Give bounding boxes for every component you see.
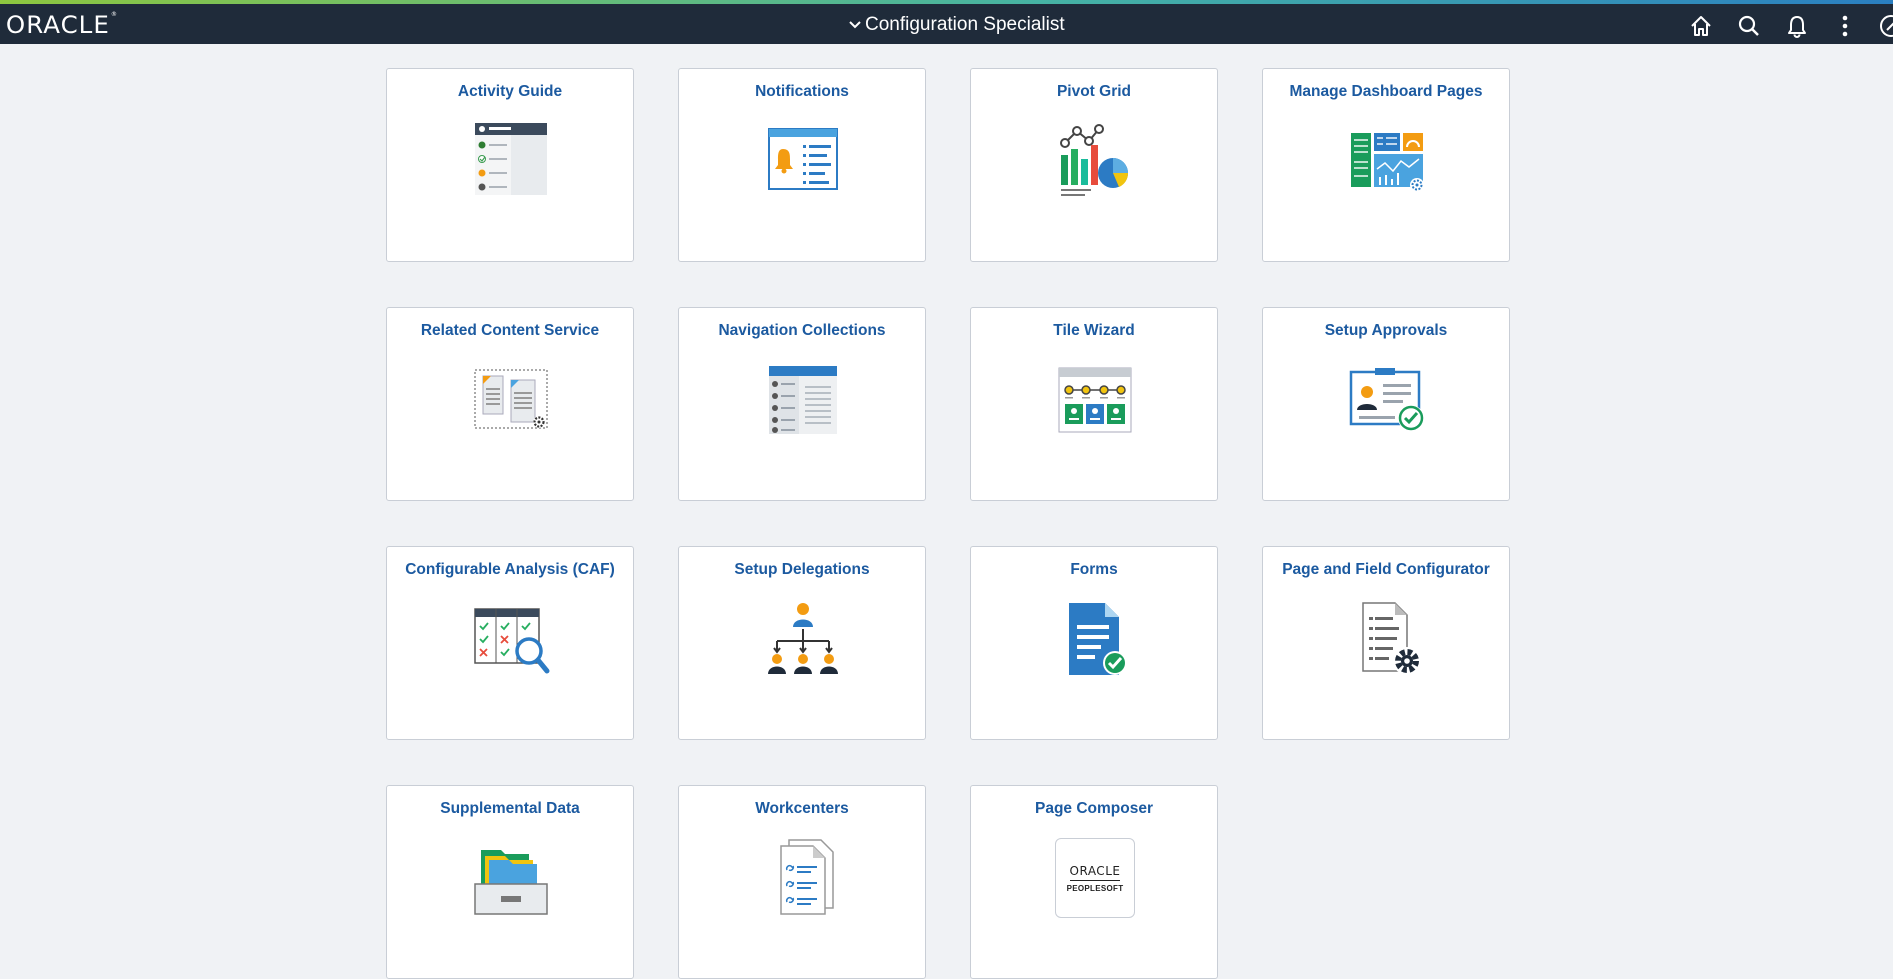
- tile-label: Setup Approvals: [1324, 322, 1448, 339]
- tile-label: Tile Wizard: [1053, 322, 1135, 339]
- tile-label: Page Composer: [1034, 800, 1153, 817]
- homepage-title-dropdown[interactable]: Configuration Specialist: [848, 14, 1065, 36]
- notifications-icon: [768, 128, 838, 190]
- more-actions-icon[interactable]: [1832, 13, 1858, 39]
- tile-label: Manage Dashboard Pages: [1289, 83, 1483, 100]
- page-composer-icon: ORACLE PEOPLESOFT: [1055, 838, 1135, 918]
- page-field-configurator-icon: [1362, 602, 1421, 675]
- related-content-icon: [474, 369, 548, 429]
- tile-label: Navigation Collections: [718, 322, 886, 339]
- tile-supplemental-data[interactable]: Supplemental Data: [386, 785, 634, 979]
- tile-tile-wizard[interactable]: Tile Wizard: [970, 307, 1218, 501]
- header-bar: ORACLE® Configuration Specialist: [0, 4, 1893, 44]
- tile-wizard-icon: [1058, 367, 1132, 433]
- tile-setup-approvals[interactable]: Setup Approvals: [1262, 307, 1510, 501]
- tile-label: Supplemental Data: [440, 800, 580, 817]
- tile-manage-dashboard-pages[interactable]: Manage Dashboard Pages: [1262, 68, 1510, 262]
- dashboard-pages-icon: [1351, 133, 1424, 192]
- oracle-logo: ORACLE®: [5, 11, 118, 39]
- tile-label: Related Content Service: [420, 322, 600, 339]
- activity-guide-icon: [475, 123, 547, 195]
- tile-related-content-service[interactable]: Related Content Service: [386, 307, 634, 501]
- setup-delegations-icon: [768, 603, 838, 674]
- tile-activity-guide[interactable]: Activity Guide: [386, 68, 634, 262]
- tile-label: Pivot Grid: [1056, 83, 1132, 100]
- pivot-grid-icon: [1060, 124, 1129, 196]
- tile-label: Activity Guide: [457, 83, 563, 100]
- navbar-icon[interactable]: [1878, 13, 1893, 39]
- tile-page-field-configurator[interactable]: Page and Field Configurator: [1262, 546, 1510, 740]
- chevron-down-icon: [849, 21, 861, 29]
- supplemental-data-icon: [474, 850, 548, 915]
- search-icon[interactable]: [1736, 13, 1762, 39]
- navigation-collections-icon: [769, 366, 837, 434]
- tile-label: Configurable Analysis (CAF): [405, 561, 615, 578]
- tile-label: Page and Field Configurator: [1282, 561, 1490, 578]
- tile-configurable-analysis[interactable]: Configurable Analysis (CAF): [386, 546, 634, 740]
- tile-pivot-grid[interactable]: Pivot Grid: [970, 68, 1218, 262]
- setup-approvals-icon: [1349, 368, 1424, 431]
- forms-icon: [1069, 603, 1127, 675]
- tile-label: Setup Delegations: [734, 561, 870, 578]
- peoplesoft-logo-text: ORACLE: [1069, 864, 1121, 881]
- tile-notifications[interactable]: Notifications: [678, 68, 926, 262]
- tile-navigation-collections[interactable]: Navigation Collections: [678, 307, 926, 501]
- tile-label: Workcenters: [755, 800, 849, 817]
- tile-forms[interactable]: Forms: [970, 546, 1218, 740]
- notification-bell-icon[interactable]: [1784, 13, 1810, 39]
- home-icon[interactable]: [1688, 13, 1714, 39]
- tile-setup-delegations[interactable]: Setup Delegations: [678, 546, 926, 740]
- tile-page-composer[interactable]: Page Composer ORACLE PEOPLESOFT: [970, 785, 1218, 979]
- peoplesoft-logo-subtext: PEOPLESOFT: [1066, 883, 1124, 893]
- page-title: Configuration Specialist: [865, 14, 1065, 35]
- tile-label: Notifications: [755, 83, 849, 100]
- configurable-analysis-icon: [474, 608, 550, 674]
- tile-workcenters[interactable]: Workcenters: [678, 785, 926, 979]
- workcenters-icon: [780, 839, 834, 915]
- tile-label: Forms: [1070, 561, 1118, 578]
